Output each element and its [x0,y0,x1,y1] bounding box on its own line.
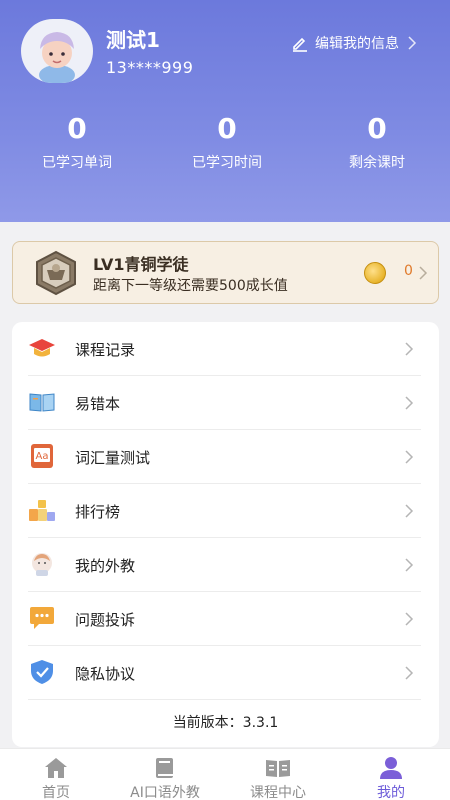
home-icon [45,758,67,778]
tab-label: 我的 [377,785,405,800]
level-progress-text: 距离下一等级还需要500成长值 [93,278,288,294]
bronze-badge-icon [36,250,76,296]
stat-learned-time: 0 已学习时间 [167,112,287,172]
edit-profile-label: 编辑我的信息 [315,36,399,52]
menu-item-label: 词汇量测试 [75,449,151,467]
person-icon [380,757,402,779]
teacher-avatar-icon [32,553,52,576]
menu-item-label: 隐私协议 [75,665,136,683]
chevron-right-icon [405,396,414,410]
tab-label: AI口语外教 [130,785,200,800]
tab-label: 首页 [42,785,70,800]
menu-item-mistake-book[interactable]: 易错本 [28,376,421,430]
menu-item-label: 问题投诉 [75,611,136,629]
bottom-tab-bar: 首页 AI口语外教 课程中心 我的 [0,748,450,800]
menu-item-complaints[interactable]: 问题投诉 [28,592,421,646]
level-title: LV1青铜学徒 [93,255,189,274]
chevron-right-icon [405,666,414,680]
svg-text:Aa: Aa [36,451,49,462]
avatar[interactable] [21,19,93,83]
stat-remaining-lessons: 0 剩余课时 [317,112,437,172]
chevron-right-icon [405,612,414,626]
chevron-right-icon [408,36,417,50]
stat-learned-words: 0 已学习单词 [17,112,137,172]
ranking-blocks-icon [29,500,55,521]
vocab-test-icon: Aa [31,444,53,468]
profile-header: 测试1 13****999 编辑我的信息 0 已学习单词 0 已学习时间 0 剩… [0,0,450,222]
stat-value: 0 [217,112,237,145]
tab-course-center[interactable]: 课程中心 [222,749,334,800]
coin-icon [364,262,386,284]
menu-item-vocab-test[interactable]: Aa 词汇量测试 [28,430,421,484]
coin-count: 0 [404,263,413,279]
menu-item-my-teacher[interactable]: 我的外教 [28,538,421,592]
level-card[interactable]: LV1青铜学徒 距离下一等级还需要500成长值 0 [12,241,439,304]
chevron-right-icon [419,266,428,280]
course-book-icon [266,760,290,777]
app-version: 当前版本：3.3.1 [172,715,279,731]
stat-value: 0 [67,112,87,145]
menu-item-label: 课程记录 [75,341,136,359]
menu-item-label: 易错本 [75,395,121,413]
shield-check-icon [31,660,53,684]
phone-number: 13****999 [106,58,194,77]
tab-home[interactable]: 首页 [0,749,112,800]
menu-item-leaderboard[interactable]: 排行榜 [28,484,421,538]
stat-value: 0 [367,112,387,145]
menu-list: 课程记录 易错本 Aa 词汇量测试 排行榜 我的外教 问题投诉 隐私协议 当前版… [12,322,439,747]
chevron-right-icon [405,342,414,356]
menu-item-privacy[interactable]: 隐私协议 [28,646,421,700]
book-icon [156,758,173,778]
edit-profile-link[interactable]: 编辑我的信息 [291,33,417,53]
chevron-right-icon [405,450,414,464]
graduation-cap-icon [29,339,55,357]
stat-label: 已学习时间 [192,155,262,171]
pencil-icon [293,37,307,52]
stat-label: 已学习单词 [42,155,112,171]
chat-bubble-icon [30,607,54,629]
stat-label: 剩余课时 [349,155,405,171]
menu-item-label: 我的外教 [75,557,136,575]
tab-mine[interactable]: 我的 [335,749,447,800]
username: 测试1 [106,28,160,52]
chevron-right-icon [405,558,414,572]
menu-item-label: 排行榜 [75,503,121,521]
open-book-icon [29,393,55,412]
chevron-right-icon [405,504,414,518]
tab-ai-speaking[interactable]: AI口语外教 [109,749,221,800]
menu-item-course-records[interactable]: 课程记录 [28,322,421,376]
tab-label: 课程中心 [250,785,306,800]
